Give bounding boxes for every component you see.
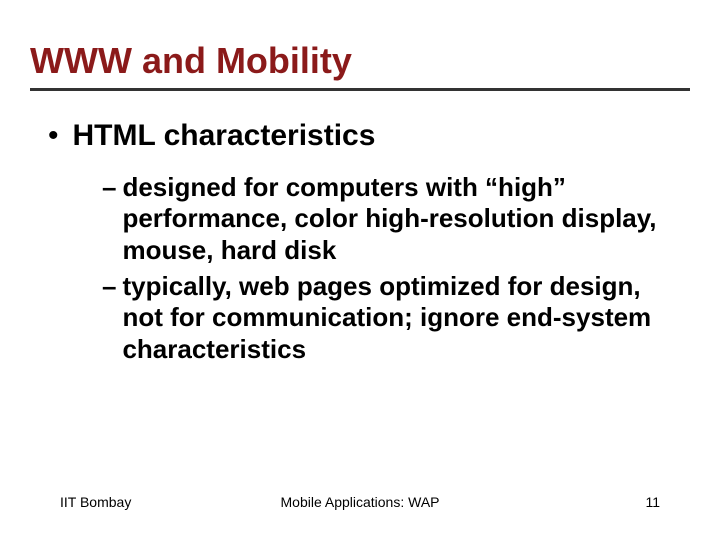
bullet-dot-icon: • <box>48 119 59 152</box>
sub-bullet: – designed for computers with “high” per… <box>102 172 690 267</box>
footer-left: IIT Bombay <box>60 494 131 510</box>
dash-icon: – <box>102 172 116 203</box>
page-number: 11 <box>645 494 660 510</box>
slide-container: WWW and Mobility • HTML characteristics … <box>0 0 720 540</box>
slide-footer: IIT Bombay Mobile Applications: WAP 11 <box>0 494 720 510</box>
main-bullet: • HTML characteristics <box>48 119 690 154</box>
sub-bullet-text: typically, web pages optimized for desig… <box>122 271 662 366</box>
sub-bullet-text: designed for computers with “high” perfo… <box>122 172 662 267</box>
slide-title: WWW and Mobility <box>30 40 690 91</box>
footer-center: Mobile Applications: WAP <box>281 494 440 510</box>
main-bullet-text: HTML characteristics <box>73 119 376 154</box>
dash-icon: – <box>102 271 116 302</box>
sub-bullet: – typically, web pages optimized for des… <box>102 271 690 366</box>
